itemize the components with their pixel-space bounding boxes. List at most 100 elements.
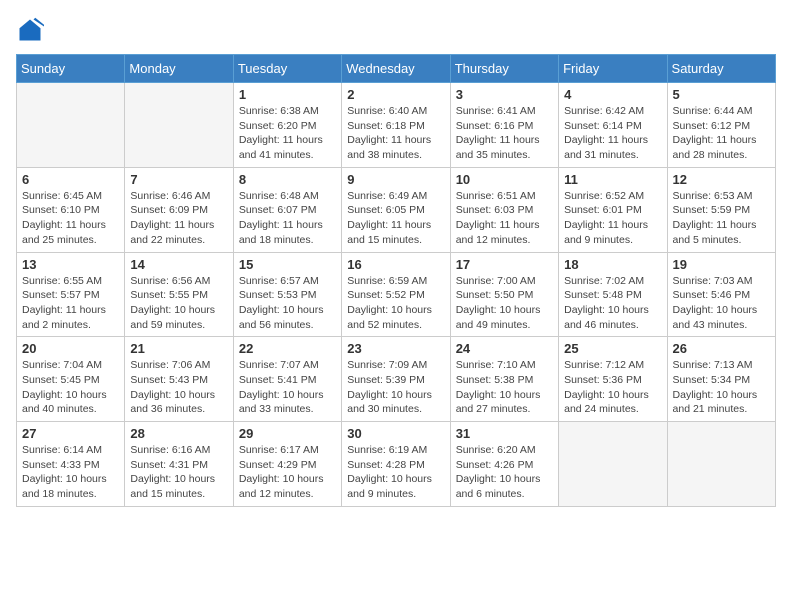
page-header [16, 16, 776, 44]
calendar-cell: 15 Sunrise: 6:57 AM Sunset: 5:53 PM Dayli… [233, 252, 341, 337]
logo [16, 16, 48, 44]
day-number: 27 [22, 426, 119, 441]
day-number: 5 [673, 87, 770, 102]
day-info: Sunrise: 6:14 AM Sunset: 4:33 PM Dayligh… [22, 443, 119, 502]
day-number: 3 [456, 87, 553, 102]
day-info: Sunrise: 6:46 AM Sunset: 6:09 PM Dayligh… [130, 189, 227, 248]
day-number: 14 [130, 257, 227, 272]
day-number: 18 [564, 257, 661, 272]
calendar-cell: 27 Sunrise: 6:14 AM Sunset: 4:33 PM Dayli… [17, 422, 125, 507]
calendar-week-5: 27 Sunrise: 6:14 AM Sunset: 4:33 PM Dayli… [17, 422, 776, 507]
day-info: Sunrise: 6:53 AM Sunset: 5:59 PM Dayligh… [673, 189, 770, 248]
calendar-cell: 14 Sunrise: 6:56 AM Sunset: 5:55 PM Dayli… [125, 252, 233, 337]
column-header-friday: Friday [559, 55, 667, 83]
calendar-cell: 10Sunrise: 6:51 AM Sunset: 6:03 PM Dayli… [450, 167, 558, 252]
calendar-cell [667, 422, 775, 507]
calendar-cell: 11Sunrise: 6:52 AM Sunset: 6:01 PM Dayli… [559, 167, 667, 252]
column-header-saturday: Saturday [667, 55, 775, 83]
day-info: Sunrise: 6:44 AM Sunset: 6:12 PM Dayligh… [673, 104, 770, 163]
day-info: Sunrise: 6:59 AM Sunset: 5:52 PM Dayligh… [347, 274, 444, 333]
day-number: 10 [456, 172, 553, 187]
day-number: 16 [347, 257, 444, 272]
calendar-cell [559, 422, 667, 507]
day-info: Sunrise: 7:06 AM Sunset: 5:43 PM Dayligh… [130, 358, 227, 417]
day-info: Sunrise: 6:56 AM Sunset: 5:55 PM Dayligh… [130, 274, 227, 333]
day-info: Sunrise: 7:13 AM Sunset: 5:34 PM Dayligh… [673, 358, 770, 417]
day-info: Sunrise: 6:48 AM Sunset: 6:07 PM Dayligh… [239, 189, 336, 248]
day-info: Sunrise: 7:07 AM Sunset: 5:41 PM Dayligh… [239, 358, 336, 417]
calendar-week-4: 20 Sunrise: 7:04 AM Sunset: 5:45 PM Dayli… [17, 337, 776, 422]
calendar-cell: 17 Sunrise: 7:00 AM Sunset: 5:50 PM Dayli… [450, 252, 558, 337]
calendar-cell: 6 Sunrise: 6:45 AM Sunset: 6:10 PM Daylig… [17, 167, 125, 252]
day-info: Sunrise: 7:02 AM Sunset: 5:48 PM Dayligh… [564, 274, 661, 333]
day-number: 8 [239, 172, 336, 187]
day-info: Sunrise: 7:03 AM Sunset: 5:46 PM Dayligh… [673, 274, 770, 333]
day-info: Sunrise: 7:04 AM Sunset: 5:45 PM Dayligh… [22, 358, 119, 417]
column-header-thursday: Thursday [450, 55, 558, 83]
calendar-cell: 24 Sunrise: 7:10 AM Sunset: 5:38 PM Dayli… [450, 337, 558, 422]
column-header-wednesday: Wednesday [342, 55, 450, 83]
day-number: 9 [347, 172, 444, 187]
day-info: Sunrise: 6:45 AM Sunset: 6:10 PM Dayligh… [22, 189, 119, 248]
calendar-cell: 29Sunrise: 6:17 AM Sunset: 4:29 PM Dayli… [233, 422, 341, 507]
calendar-cell: 21 Sunrise: 7:06 AM Sunset: 5:43 PM Dayli… [125, 337, 233, 422]
calendar-cell: 8 Sunrise: 6:48 AM Sunset: 6:07 PM Daylig… [233, 167, 341, 252]
calendar-cell: 2 Sunrise: 6:40 AM Sunset: 6:18 PM Daylig… [342, 83, 450, 168]
calendar-table: SundayMondayTuesdayWednesdayThursdayFrid… [16, 54, 776, 507]
day-number: 26 [673, 341, 770, 356]
calendar-cell: 19 Sunrise: 7:03 AM Sunset: 5:46 PM Dayli… [667, 252, 775, 337]
day-info: Sunrise: 6:20 AM Sunset: 4:26 PM Dayligh… [456, 443, 553, 502]
day-number: 1 [239, 87, 336, 102]
calendar-cell: 25Sunrise: 7:12 AM Sunset: 5:36 PM Dayli… [559, 337, 667, 422]
day-number: 25 [564, 341, 661, 356]
calendar-cell: 13 Sunrise: 6:55 AM Sunset: 5:57 PM Dayli… [17, 252, 125, 337]
calendar-cell: 7Sunrise: 6:46 AM Sunset: 6:09 PM Daylig… [125, 167, 233, 252]
calendar-cell: 23 Sunrise: 7:09 AM Sunset: 5:39 PM Dayli… [342, 337, 450, 422]
day-number: 28 [130, 426, 227, 441]
day-number: 23 [347, 341, 444, 356]
day-info: Sunrise: 6:55 AM Sunset: 5:57 PM Dayligh… [22, 274, 119, 333]
calendar-header-row: SundayMondayTuesdayWednesdayThursdayFrid… [17, 55, 776, 83]
day-number: 22 [239, 341, 336, 356]
day-info: Sunrise: 6:52 AM Sunset: 6:01 PM Dayligh… [564, 189, 661, 248]
calendar-cell: 5 Sunrise: 6:44 AM Sunset: 6:12 PM Daylig… [667, 83, 775, 168]
day-info: Sunrise: 7:10 AM Sunset: 5:38 PM Dayligh… [456, 358, 553, 417]
day-number: 4 [564, 87, 661, 102]
calendar-cell: 12 Sunrise: 6:53 AM Sunset: 5:59 PM Dayli… [667, 167, 775, 252]
day-number: 24 [456, 341, 553, 356]
day-info: Sunrise: 7:00 AM Sunset: 5:50 PM Dayligh… [456, 274, 553, 333]
day-info: Sunrise: 6:42 AM Sunset: 6:14 PM Dayligh… [564, 104, 661, 163]
day-info: Sunrise: 6:57 AM Sunset: 5:53 PM Dayligh… [239, 274, 336, 333]
day-number: 6 [22, 172, 119, 187]
day-info: Sunrise: 6:17 AM Sunset: 4:29 PM Dayligh… [239, 443, 336, 502]
calendar-cell: 31 Sunrise: 6:20 AM Sunset: 4:26 PM Dayli… [450, 422, 558, 507]
day-number: 21 [130, 341, 227, 356]
column-header-sunday: Sunday [17, 55, 125, 83]
calendar-cell: 20 Sunrise: 7:04 AM Sunset: 5:45 PM Dayli… [17, 337, 125, 422]
day-number: 15 [239, 257, 336, 272]
calendar-cell: 22 Sunrise: 7:07 AM Sunset: 5:41 PM Dayli… [233, 337, 341, 422]
calendar-cell [17, 83, 125, 168]
day-number: 20 [22, 341, 119, 356]
day-info: Sunrise: 6:49 AM Sunset: 6:05 PM Dayligh… [347, 189, 444, 248]
calendar-cell: 16 Sunrise: 6:59 AM Sunset: 5:52 PM Dayli… [342, 252, 450, 337]
day-number: 19 [673, 257, 770, 272]
calendar-cell: 28Sunrise: 6:16 AM Sunset: 4:31 PM Dayli… [125, 422, 233, 507]
day-info: Sunrise: 6:38 AM Sunset: 6:20 PM Dayligh… [239, 104, 336, 163]
calendar-week-2: 6 Sunrise: 6:45 AM Sunset: 6:10 PM Daylig… [17, 167, 776, 252]
calendar-cell: 9 Sunrise: 6:49 AM Sunset: 6:05 PM Daylig… [342, 167, 450, 252]
calendar-cell: 18 Sunrise: 7:02 AM Sunset: 5:48 PM Dayli… [559, 252, 667, 337]
column-header-monday: Monday [125, 55, 233, 83]
day-info: Sunrise: 7:09 AM Sunset: 5:39 PM Dayligh… [347, 358, 444, 417]
day-number: 31 [456, 426, 553, 441]
day-number: 2 [347, 87, 444, 102]
day-number: 13 [22, 257, 119, 272]
calendar-cell [125, 83, 233, 168]
day-info: Sunrise: 6:41 AM Sunset: 6:16 PM Dayligh… [456, 104, 553, 163]
day-info: Sunrise: 6:19 AM Sunset: 4:28 PM Dayligh… [347, 443, 444, 502]
column-header-tuesday: Tuesday [233, 55, 341, 83]
day-number: 17 [456, 257, 553, 272]
calendar-week-3: 13 Sunrise: 6:55 AM Sunset: 5:57 PM Dayli… [17, 252, 776, 337]
day-number: 12 [673, 172, 770, 187]
day-info: Sunrise: 6:40 AM Sunset: 6:18 PM Dayligh… [347, 104, 444, 163]
